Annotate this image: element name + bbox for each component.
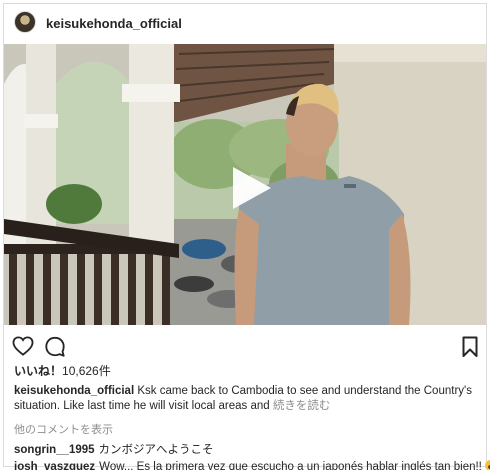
comment-item: josh_vaszquez Wow... Es la primera vez qu… [14,460,490,470]
comment-username[interactable]: songrin__1995 [14,444,95,456]
view-all-comments-link[interactable]: 他のコメントを表示 [14,421,113,437]
video-media[interactable] [4,44,486,325]
post-header: keisukehonda_official [4,4,486,44]
post-username[interactable]: keisukehonda_official [46,16,182,31]
comment-bubble-icon[interactable] [44,336,66,358]
likes-label: いいね！ [14,364,63,378]
like-count[interactable]: いいね！10,626件 [14,362,111,379]
play-icon[interactable] [225,163,275,213]
comment-text: Wow... Es la primera vez que escucho a u… [99,461,482,470]
heart-icon[interactable] [12,336,34,356]
action-bar [4,332,486,362]
profile-avatar[interactable] [14,11,36,33]
instagram-post: keisukehonda_official いいね！10,626件 keisuk… [3,3,490,470]
comment-item: songrin__1995 カンボジアへようこそ [14,441,214,457]
bookmark-icon[interactable] [462,336,478,358]
post-caption: keisukehonda_official Ksk came back to C… [14,384,476,414]
likes-count: 10,626件 [62,364,111,378]
read-more-link[interactable]: 続きを読む [273,400,331,412]
comment-text: カンボジアへようこそ [98,444,214,456]
comment-username[interactable]: josh_vaszquez [14,461,95,470]
caption-username[interactable]: keisukehonda_official [14,385,134,397]
astonished-face-emoji [485,460,490,470]
